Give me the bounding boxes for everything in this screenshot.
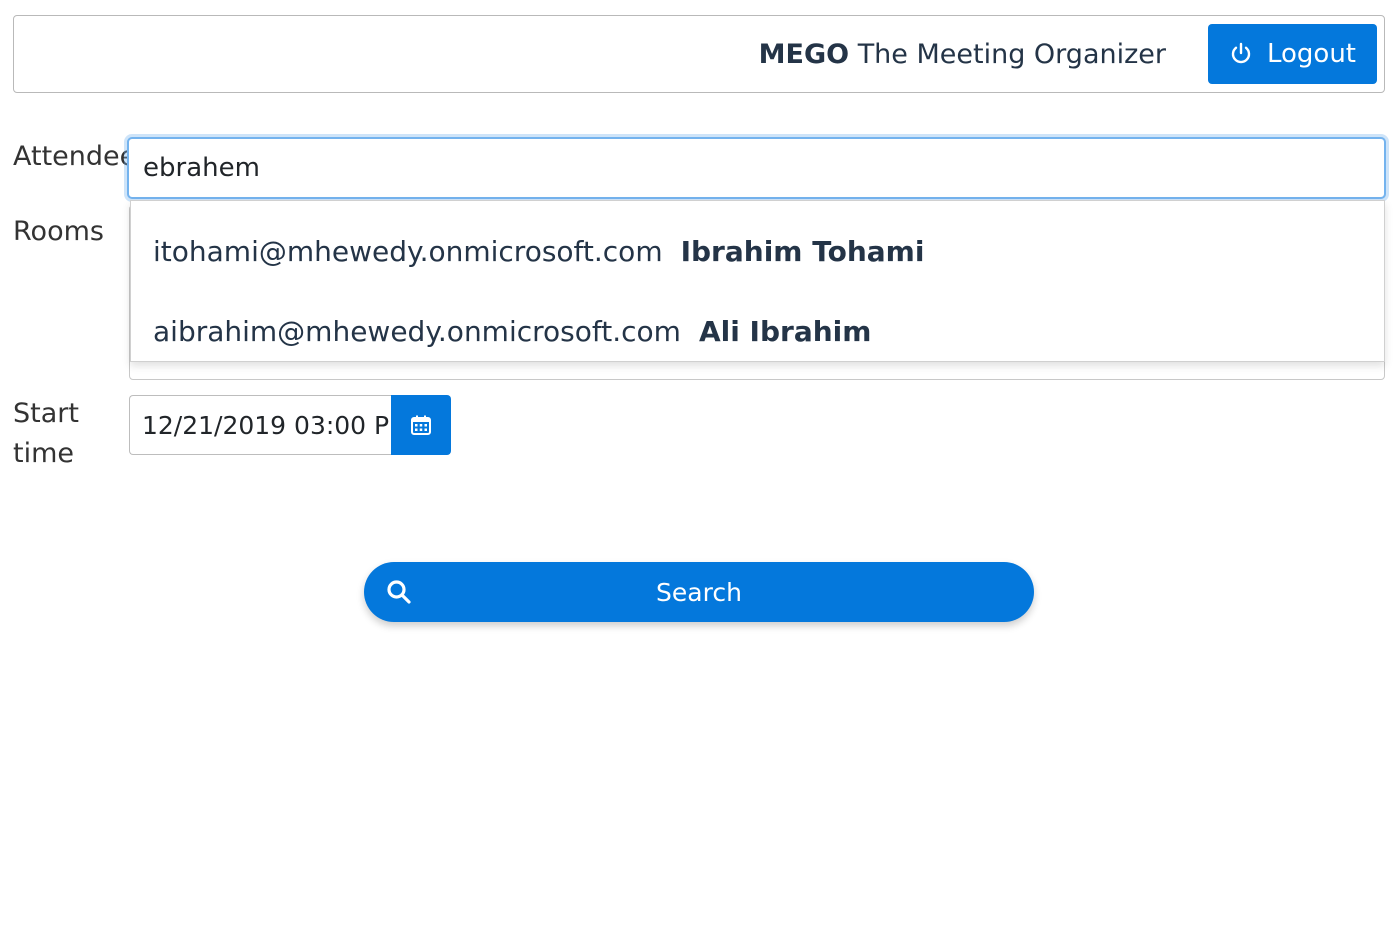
suggestion-item[interactable]: aibrahim@mhewedy.onmicrosoft.com Ali Ibr…	[131, 291, 1384, 371]
start-time-label: Start time	[13, 398, 79, 469]
calendar-button[interactable]	[391, 395, 451, 455]
suggestion-email: itohami@mhewedy.onmicrosoft.com	[153, 234, 663, 268]
logout-button[interactable]: Logout	[1208, 24, 1377, 84]
search-label: Search	[656, 577, 742, 607]
logout-label: Logout	[1266, 39, 1357, 69]
start-time-input[interactable]	[129, 395, 391, 455]
search-button[interactable]: Search	[364, 562, 1034, 622]
app-header: MEGO The Meeting Organizer Logout	[13, 15, 1385, 93]
brand-name: MEGO	[758, 39, 850, 70]
calendar-icon	[410, 414, 432, 436]
brand-tagline: The Meeting Organizer	[857, 39, 1166, 70]
suggestion-name: Ali Ibrahim	[698, 314, 872, 348]
attendees-label: Attendees	[13, 141, 127, 172]
start-time-group	[129, 395, 451, 455]
search-icon	[386, 579, 412, 605]
suggestion-name: Ibrahim Tohami	[680, 234, 925, 268]
suggestion-item[interactable]: itohami@mhewedy.onmicrosoft.com Ibrahim …	[131, 211, 1384, 291]
brand-title: MEGO The Meeting Organizer	[759, 38, 1166, 72]
power-icon	[1229, 42, 1253, 66]
rooms-label: Rooms	[13, 216, 104, 247]
suggestion-email: aibrahim@mhewedy.onmicrosoft.com	[153, 314, 681, 348]
attendee-suggestions-dropdown: itohami@mhewedy.onmicrosoft.com Ibrahim …	[130, 200, 1385, 362]
attendees-input[interactable]	[127, 137, 1386, 199]
